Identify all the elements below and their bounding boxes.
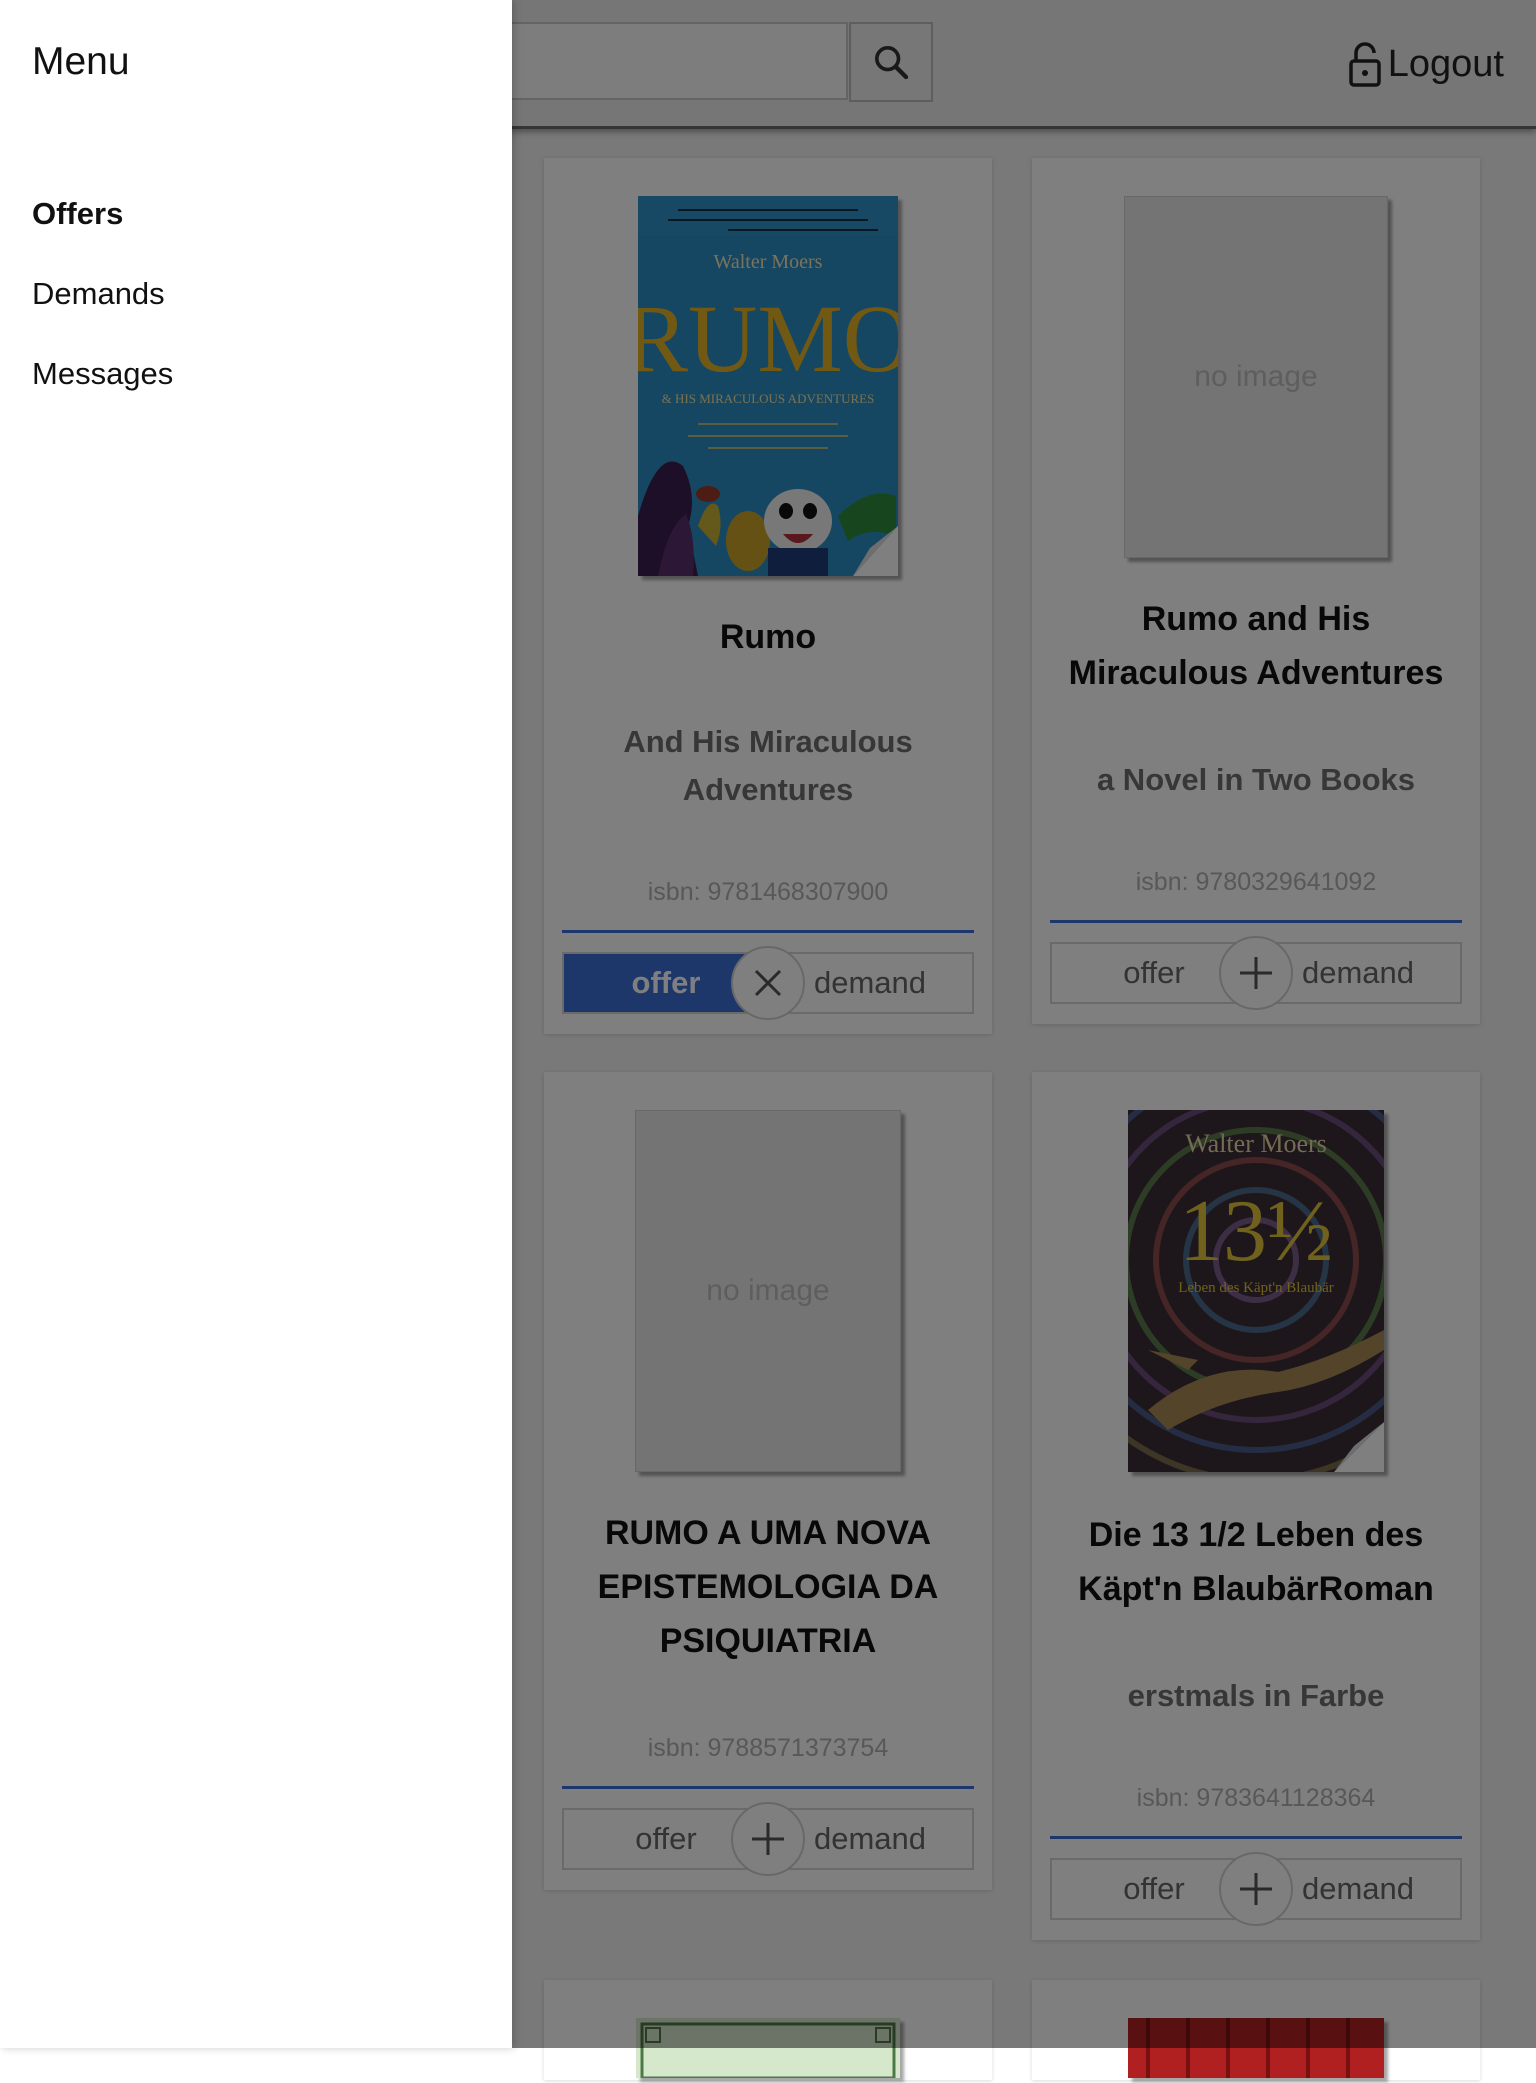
drawer-item-offers[interactable]: Offers (32, 196, 123, 232)
navigation-drawer: Menu Offers Demands Messages (0, 0, 512, 2048)
drawer-item-demands[interactable]: Demands (32, 276, 165, 312)
drawer-item-messages[interactable]: Messages (32, 356, 173, 392)
drawer-title: Menu (32, 40, 130, 83)
